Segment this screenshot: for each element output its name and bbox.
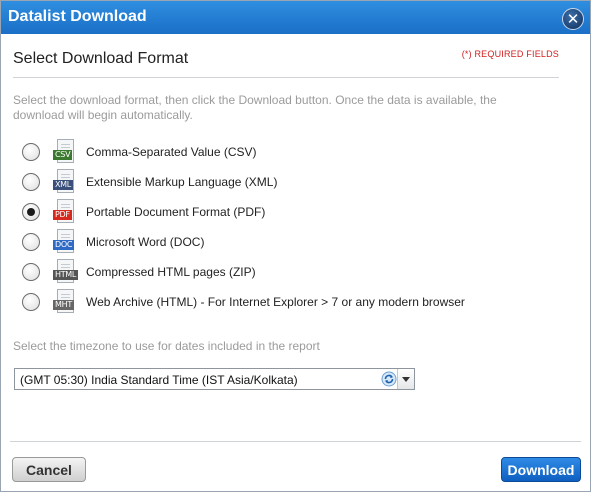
- chevron-down-icon[interactable]: [397, 369, 414, 389]
- section-heading: Select Download Format: [13, 50, 189, 67]
- format-label: Comma-Separated Value (CSV): [86, 145, 257, 159]
- instructions-text: Select the download format, then click t…: [13, 93, 497, 122]
- xml-file-icon: XML: [53, 169, 75, 195]
- cancel-button[interactable]: Cancel: [12, 457, 86, 482]
- header-divider: [13, 77, 559, 78]
- format-radio-pdf[interactable]: [22, 203, 40, 221]
- download-button[interactable]: Download: [501, 457, 581, 482]
- datalist-download-dialog: Datalist Download ✕ Select Download Form…: [0, 0, 591, 492]
- format-radio-html[interactable]: [22, 263, 40, 281]
- dialog-titlebar: Datalist Download ✕: [1, 1, 590, 34]
- format-label: Extensible Markup Language (XML): [86, 175, 278, 189]
- format-label: Compressed HTML pages (ZIP): [86, 265, 256, 279]
- close-icon[interactable]: ✕: [562, 8, 584, 30]
- pdf-file-icon: PDF: [53, 199, 75, 225]
- format-label: Portable Document Format (PDF): [86, 205, 266, 219]
- timezone-select[interactable]: (GMT 05:30) India Standard Time (IST Asi…: [14, 368, 415, 390]
- dialog-title: Datalist Download: [8, 8, 147, 25]
- format-radio-csv[interactable]: [22, 143, 40, 161]
- doc-file-icon: DOC: [53, 229, 75, 255]
- timezone-label: Select the timezone to use for dates inc…: [13, 339, 320, 353]
- format-label: Microsoft Word (DOC): [86, 235, 205, 249]
- format-radio-xml[interactable]: [22, 173, 40, 191]
- format-radio-mht[interactable]: [22, 293, 40, 311]
- footer-divider: [10, 441, 581, 442]
- html-file-icon: HTML: [53, 259, 79, 285]
- required-fields-note: (*) REQUIRED FIELDS: [461, 49, 559, 59]
- refresh-icon[interactable]: [381, 371, 397, 387]
- mht-file-icon: MHT: [53, 289, 75, 315]
- csv-file-icon: CSV: [53, 139, 75, 165]
- format-label: Web Archive (HTML) - For Internet Explor…: [86, 295, 465, 309]
- format-radio-doc[interactable]: [22, 233, 40, 251]
- timezone-value: (GMT 05:30) India Standard Time (IST Asi…: [20, 373, 298, 387]
